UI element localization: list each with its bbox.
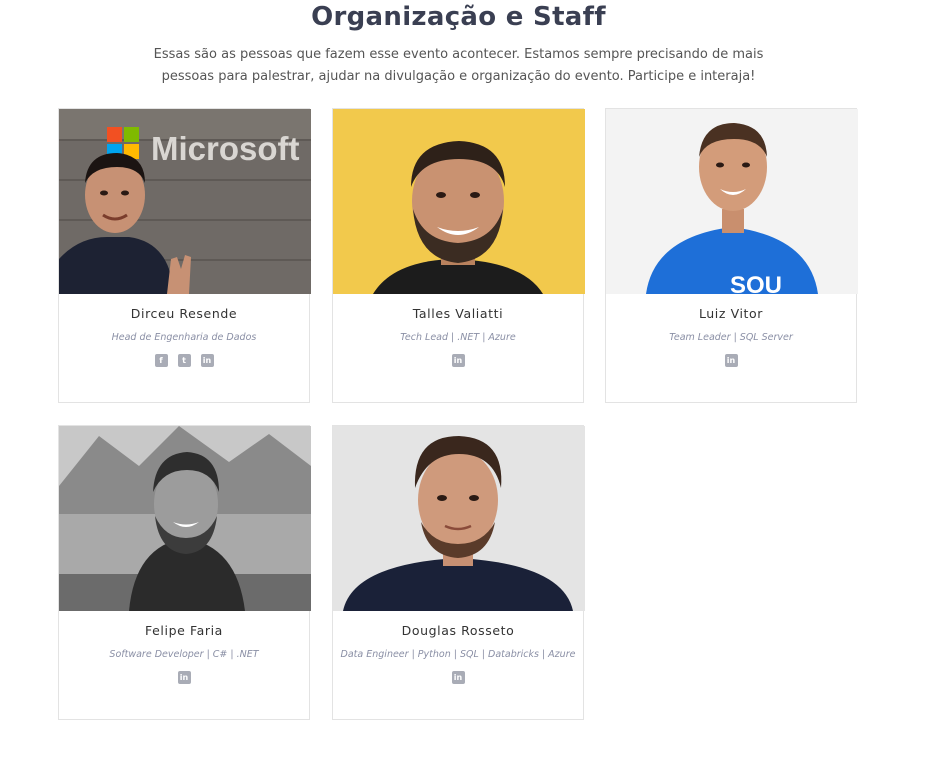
shirt-text: SOU bbox=[730, 272, 782, 294]
staff-role: Software Developer | C# | .NET bbox=[109, 649, 259, 660]
staff-card-talles-valiatti: Talles Valiatti Tech Lead | .NET | Azure… bbox=[332, 108, 585, 403]
staff-photo bbox=[333, 109, 585, 294]
social-links: in bbox=[333, 671, 583, 684]
facebook-icon[interactable]: f bbox=[154, 354, 168, 367]
social-links: in bbox=[333, 354, 583, 367]
staff-photo: SOU bbox=[606, 109, 858, 294]
staff-photo: Microsoft bbox=[59, 109, 311, 294]
staff-role: Data Engineer | Python | SQL | Databrick… bbox=[340, 649, 576, 660]
staff-name: Luiz Vitor bbox=[698, 306, 764, 321]
staff-name: Talles Valiatti bbox=[412, 306, 504, 321]
linkedin-icon[interactable]: in bbox=[451, 671, 465, 684]
staff-role: Tech Lead | .NET | Azure bbox=[400, 332, 516, 343]
linkedin-icon[interactable]: in bbox=[724, 354, 738, 367]
social-links: in bbox=[606, 354, 856, 367]
linkedin-icon[interactable]: in bbox=[451, 354, 465, 367]
staff-role: Head de Engenharia de Dados bbox=[111, 332, 257, 343]
social-links: f t in bbox=[59, 354, 309, 367]
linkedin-icon[interactable]: in bbox=[177, 671, 191, 684]
staff-name: Douglas Rosseto bbox=[401, 623, 515, 638]
staff-card-luiz-vitor: SOU Luiz Vitor Team Leader | SQL Server … bbox=[605, 108, 858, 403]
staff-card-felipe-faria: Felipe Faria Software Developer | C# | .… bbox=[58, 425, 311, 720]
page-title: Organização e Staff bbox=[311, 2, 606, 32]
staff-card-dirceu-resende: Microsoft Dirceu Resende Head de Engenha… bbox=[58, 108, 311, 403]
microsoft-sign-text: Microsoft bbox=[151, 130, 300, 167]
staff-name: Dirceu Resende bbox=[130, 306, 238, 321]
staff-photo bbox=[59, 426, 311, 611]
linkedin-icon[interactable]: in bbox=[200, 354, 214, 367]
staff-card-douglas-rosseto: Douglas Rosseto Data Engineer | Python |… bbox=[332, 425, 585, 720]
staff-name: Felipe Faria bbox=[145, 623, 223, 638]
social-links: in bbox=[59, 671, 309, 684]
twitter-icon[interactable]: t bbox=[177, 354, 191, 367]
staff-role: Team Leader | SQL Server bbox=[669, 332, 793, 343]
section-intro: Essas são as pessoas que fazem esse even… bbox=[153, 47, 764, 84]
staff-photo bbox=[333, 426, 585, 611]
